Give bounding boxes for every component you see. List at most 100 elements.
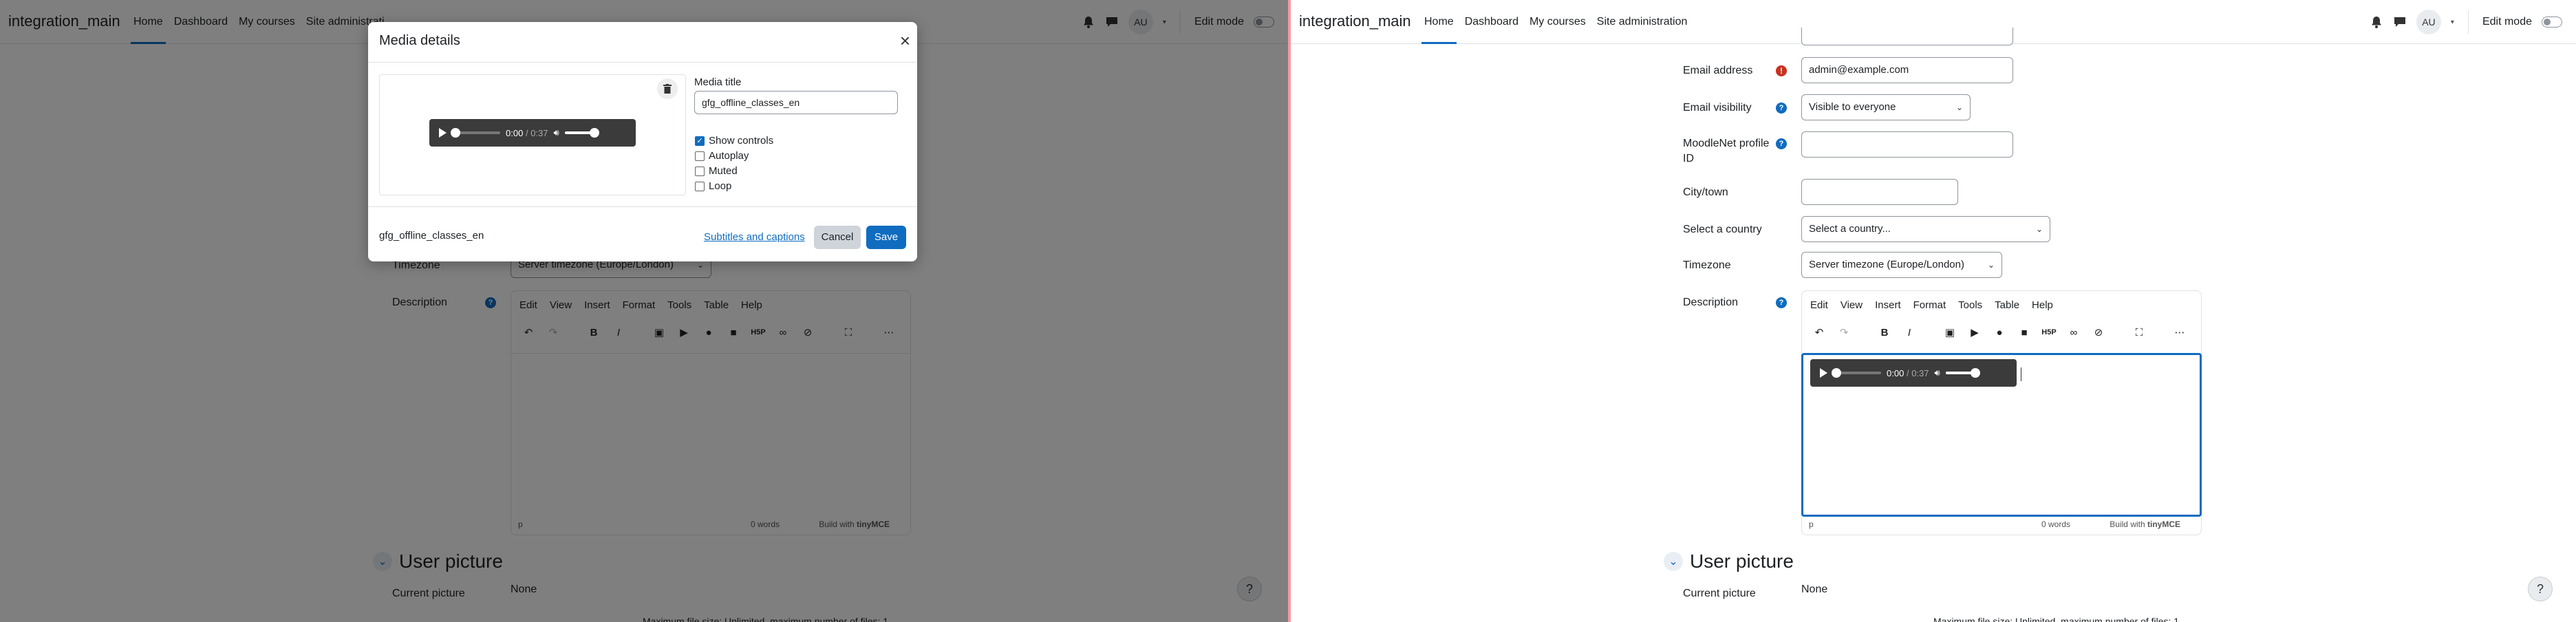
nav-home[interactable]: Home: [1419, 0, 1459, 44]
checkbox-checked-icon[interactable]: ✓: [695, 136, 705, 146]
audio-seek-bar[interactable]: [451, 128, 500, 138]
previous-field-input[interactable]: [1801, 28, 2013, 45]
audio-player[interactable]: 0:00 / 0:37 🔊︎: [1810, 359, 2017, 387]
audio-time: 0:00 / 0:37: [1887, 367, 1929, 378]
media-preview: 0:00 / 0:37 🔊︎: [379, 74, 686, 195]
media-title-label: Media title: [694, 76, 742, 88]
timezone-label: Timezone: [1683, 259, 1731, 271]
modal-footer-divider: [368, 206, 917, 207]
nav-divider: [2467, 10, 2469, 34]
muted-checkbox[interactable]: Muted: [695, 165, 738, 177]
loop-checkbox[interactable]: Loop: [695, 180, 731, 192]
checkbox-icon[interactable]: [695, 151, 705, 161]
autoplay-checkbox[interactable]: Autoplay: [695, 150, 749, 162]
microphone-icon[interactable]: ●: [1992, 325, 2007, 340]
loop-label: Loop: [709, 180, 732, 192]
country-select-value: Select a country...: [1809, 223, 1891, 235]
redo-icon[interactable]: ↷: [1836, 325, 1852, 340]
menu-view[interactable]: View: [1840, 299, 1863, 311]
message-icon[interactable]: [2393, 15, 2407, 29]
media-details-modal: Media details × 0:00 / 0:37 🔊︎ Media tit…: [368, 22, 917, 261]
volume-icon[interactable]: 🔊︎: [554, 127, 559, 138]
volume-slider[interactable]: [564, 128, 599, 138]
menu-format[interactable]: Format: [1913, 299, 1946, 311]
audio-seek-bar[interactable]: [1832, 368, 1881, 378]
play-icon[interactable]: [439, 128, 447, 138]
image-icon[interactable]: ▣: [1942, 325, 1957, 340]
checkbox-icon[interactable]: [695, 166, 705, 176]
avatar[interactable]: AU: [2416, 10, 2441, 34]
help-icon[interactable]: ?: [1776, 138, 1787, 149]
word-count: 0 words: [2041, 519, 2070, 529]
italic-icon[interactable]: I: [1902, 325, 1917, 340]
current-picture-value: None: [1801, 583, 1828, 595]
email-visibility-select[interactable]: Visible to everyone ⌄: [1801, 94, 1971, 120]
country-select[interactable]: Select a country... ⌄: [1801, 216, 2050, 242]
editor-content[interactable]: 0:00 / 0:37 🔊︎: [1801, 353, 2202, 517]
editor-menubar: Edit View Insert Format Tools Table Help: [1802, 291, 2053, 319]
email-field[interactable]: admin@example.com: [1801, 57, 2013, 83]
city-label: City/town: [1683, 186, 1728, 198]
chevron-down-icon[interactable]: ▾: [2451, 19, 2454, 26]
toolbar-separator: [2159, 325, 2160, 340]
volume-slider[interactable]: [1945, 368, 1980, 378]
chevron-down-icon[interactable]: ⌄: [1664, 552, 1683, 571]
bold-icon[interactable]: B: [1877, 325, 1892, 340]
save-button[interactable]: Save: [866, 226, 906, 249]
email-visibility-value: Visible to everyone: [1809, 101, 1896, 113]
subtitles-captions-link[interactable]: Subtitles and captions: [704, 231, 805, 243]
bell-icon[interactable]: [2370, 15, 2383, 29]
moodlenet-profile-input[interactable]: [1801, 131, 2013, 158]
help-icon[interactable]: ?: [1776, 297, 1787, 308]
menu-insert[interactable]: Insert: [1875, 299, 1901, 311]
powered-by[interactable]: Build with tinyMCE: [2110, 519, 2180, 529]
trash-icon[interactable]: [657, 78, 678, 99]
menu-tools[interactable]: Tools: [1958, 299, 1982, 311]
nav-site-administration[interactable]: Site administration: [1591, 0, 1693, 44]
user-picture-heading[interactable]: ⌄ User picture: [1664, 550, 1794, 572]
description-label: Description: [1683, 297, 1739, 308]
menu-help[interactable]: Help: [2032, 299, 2053, 311]
undo-icon[interactable]: ↶: [1812, 325, 1827, 340]
current-picture-label: Current picture: [1683, 588, 1756, 599]
nav-right: AU ▾ Edit mode: [2370, 0, 2562, 44]
media-title-input[interactable]: gfg_offline_classes_en: [694, 91, 898, 114]
volume-icon[interactable]: 🔊︎: [1935, 367, 1940, 378]
cancel-button[interactable]: Cancel: [814, 226, 861, 249]
close-icon[interactable]: ×: [900, 32, 910, 50]
edit-mode-toggle[interactable]: [2542, 17, 2562, 28]
element-path: p: [1809, 519, 1814, 529]
more-icon[interactable]: ⋯: [2172, 325, 2187, 340]
build-with-text: Build with: [2110, 519, 2145, 529]
description-editor: Edit View Insert Format Tools Table Help…: [1801, 290, 2202, 535]
fullscreen-icon[interactable]: ⛶: [2132, 325, 2147, 340]
unlink-icon[interactable]: ⊘: [2091, 325, 2106, 340]
site-brand[interactable]: integration_main: [1299, 12, 1411, 30]
modal-title: Media details: [379, 33, 460, 48]
menu-edit[interactable]: Edit: [1810, 299, 1828, 311]
email-visibility-label: Email visibility: [1683, 102, 1752, 114]
muted-label: Muted: [709, 165, 738, 177]
h5p-icon[interactable]: H5P: [2041, 325, 2057, 340]
autoplay-label: Autoplay: [709, 150, 749, 162]
timezone-select-value: Server timezone (Europe/London): [1809, 259, 1964, 270]
moodlenet-label-line2: ID: [1683, 153, 1694, 164]
user-picture-heading-text: User picture: [1690, 550, 1794, 572]
play-icon[interactable]: [1820, 368, 1827, 378]
timezone-select[interactable]: Server timezone (Europe/London) ⌄: [1801, 252, 2002, 278]
checkbox-icon[interactable]: [695, 181, 705, 191]
nav-dashboard[interactable]: Dashboard: [1459, 0, 1524, 44]
right-pane: integration_main Home Dashboard My cours…: [1288, 0, 2576, 622]
editor-statusbar: p 0 words Build with tinyMCE: [1809, 519, 2194, 536]
menu-table[interactable]: Table: [1995, 299, 2019, 311]
video-camera-icon[interactable]: ■: [2017, 325, 2032, 340]
city-input[interactable]: [1801, 179, 1958, 205]
audio-player[interactable]: 0:00 / 0:37 🔊︎: [429, 119, 636, 147]
floating-help-button[interactable]: ?: [2528, 577, 2553, 601]
help-icon[interactable]: ?: [1776, 103, 1787, 114]
show-controls-checkbox[interactable]: ✓ Show controls: [695, 135, 773, 147]
link-icon[interactable]: ∞: [2066, 325, 2081, 340]
show-controls-label: Show controls: [709, 135, 774, 147]
nav-my-courses[interactable]: My courses: [1524, 0, 1591, 44]
media-icon[interactable]: ▶: [1967, 325, 1982, 340]
